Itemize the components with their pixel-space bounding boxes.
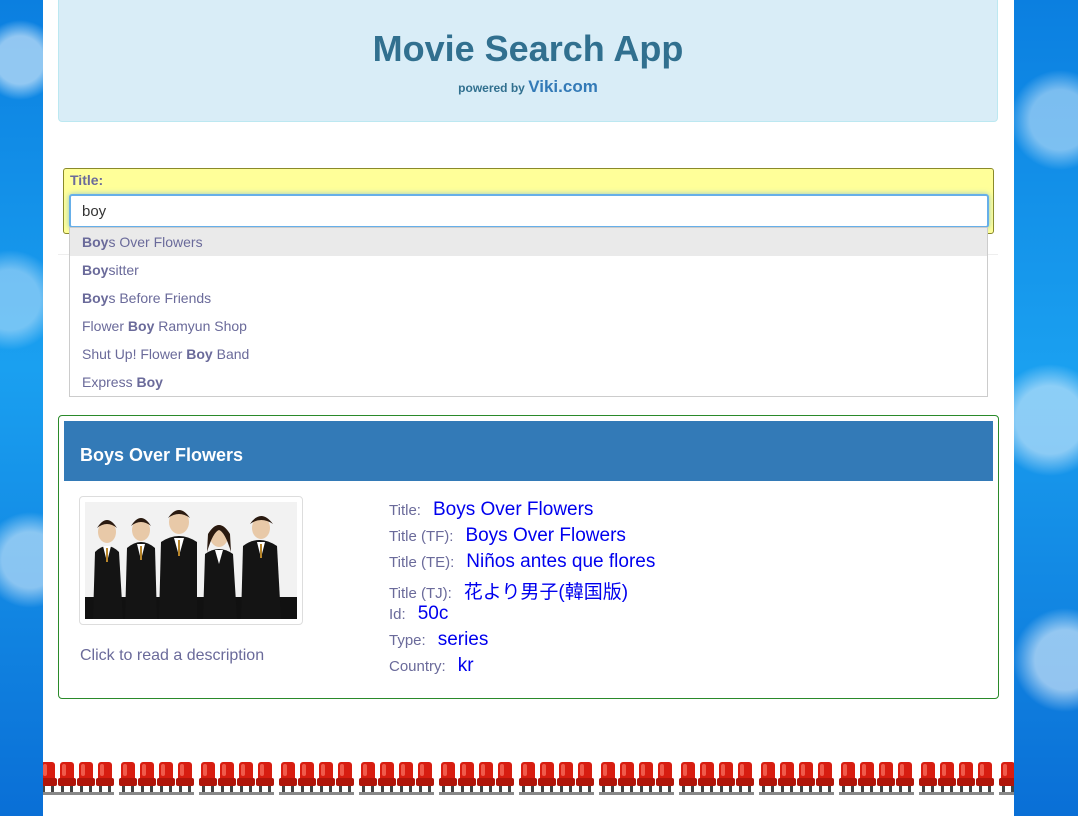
detail-key: Title (TF): xyxy=(389,528,454,545)
poster-thumbnail[interactable] xyxy=(79,496,303,625)
detail-row: Id: 50c xyxy=(389,603,655,629)
detail-key: Title (TJ): xyxy=(389,585,452,602)
app-title: Movie Search App xyxy=(372,28,684,69)
detail-key: Country: xyxy=(389,658,446,675)
suggestion-item[interactable]: Express Boy xyxy=(70,368,987,396)
detail-row: Type: series xyxy=(389,629,655,655)
suggestion-match: Boy xyxy=(136,374,163,390)
detail-key: Type: xyxy=(389,632,426,649)
suggestion-match: Boy xyxy=(186,346,213,362)
suggestion-pre: Flower xyxy=(82,318,128,334)
detail-row: Title: Boys Over Flowers xyxy=(389,499,655,525)
suggestion-match: Boy xyxy=(82,290,109,306)
movie-details: Title: Boys Over Flowers Title (TF): Boys … xyxy=(389,499,655,681)
brand-link[interactable]: Viki.com xyxy=(528,77,598,96)
description-link[interactable]: Click to read a description xyxy=(80,647,264,665)
suggestion-post: Band xyxy=(212,346,250,362)
result-title: Boys Over Flowers xyxy=(80,445,244,465)
detail-value: series xyxy=(437,629,489,650)
suggestion-post: Ramyun Shop xyxy=(154,318,247,334)
suggestion-match: Boy xyxy=(82,262,109,278)
suggestion-post: sitter xyxy=(108,262,139,278)
detail-value: kr xyxy=(457,655,474,676)
detail-row: Title (TE): Niños antes que flores xyxy=(389,551,655,577)
detail-key: Id: xyxy=(389,606,406,623)
suggestion-pre: Shut Up! Flower xyxy=(82,346,187,362)
suggestion-item[interactable]: Flower Boy Ramyun Shop xyxy=(70,312,987,340)
autocomplete-list: Boys Over Flowers Boysitter Boys Before … xyxy=(69,227,988,397)
detail-row: Country: kr xyxy=(389,655,655,681)
title-search-input[interactable] xyxy=(69,194,989,228)
detail-key: Title: xyxy=(389,502,421,519)
suggestion-item[interactable]: Boys Over Flowers xyxy=(70,228,987,256)
detail-row: Title (TF): Boys Over Flowers xyxy=(389,525,655,551)
suggestion-match: Boy xyxy=(82,234,109,250)
header-jumbotron: Movie Search App powered by Viki.com xyxy=(58,0,998,122)
suggestion-post: s Over Flowers xyxy=(108,234,203,250)
suggestion-pre: Express xyxy=(82,374,137,390)
powered-by-label: powered by xyxy=(458,81,525,95)
suggestion-match: Boy xyxy=(127,318,155,334)
suggestion-item[interactable]: Boysitter xyxy=(70,256,987,284)
suggestion-post: s Before Friends xyxy=(108,290,212,306)
result-panel: Boys Over Flowers Click to read a descri… xyxy=(58,415,999,699)
suggestion-item[interactable]: Boys Before Friends xyxy=(70,284,987,312)
search-label: Title: xyxy=(70,172,104,188)
search-form: Title: xyxy=(63,168,994,234)
detail-value: Niños antes que flores xyxy=(466,551,656,572)
detail-row: Title (TJ): 花より男子(韓国版) xyxy=(389,577,655,603)
detail-value: Boys Over Flowers xyxy=(465,525,626,546)
detail-value: Boys Over Flowers xyxy=(432,499,594,520)
seat-row-icon xyxy=(43,758,1014,796)
page-container: Movie Search App powered by Viki.com Tit… xyxy=(43,0,1014,816)
detail-value: 花より男子(韓国版) xyxy=(463,582,629,603)
detail-key: Title (TE): xyxy=(389,554,455,571)
cast-photo xyxy=(85,502,297,619)
powered-by: powered by Viki.com xyxy=(59,77,997,97)
suggestion-item[interactable]: Shut Up! Flower Boy Band xyxy=(70,340,987,368)
result-header: Boys Over Flowers xyxy=(64,421,993,481)
detail-value: 50c xyxy=(417,603,449,624)
cinema-seats-decoration xyxy=(43,758,1014,796)
